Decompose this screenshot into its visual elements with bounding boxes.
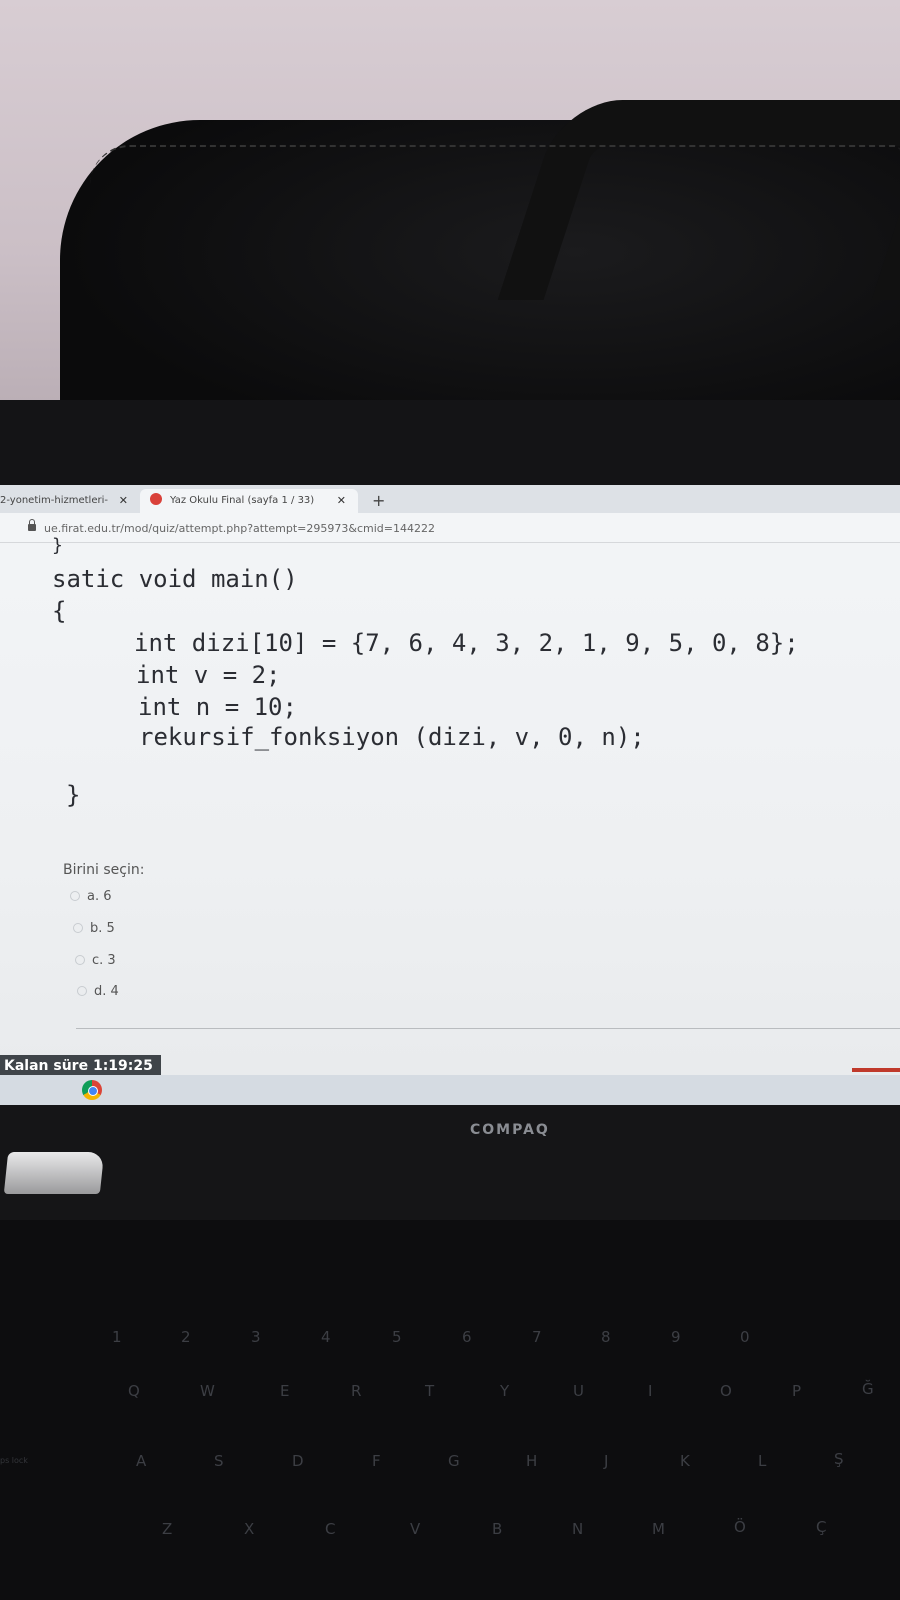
site-favicon-icon	[150, 493, 162, 505]
key: 3	[251, 1328, 261, 1346]
key: 2	[181, 1328, 191, 1346]
code-line: }	[52, 535, 63, 556]
key: J	[604, 1452, 609, 1470]
key: F	[372, 1452, 381, 1470]
option-label: b. 5	[90, 921, 115, 936]
key: 9	[671, 1328, 681, 1346]
code-line: satic void main()	[52, 565, 298, 593]
screen-bezel-bottom	[0, 1105, 900, 1220]
radio-button[interactable]	[77, 985, 87, 996]
key: K	[680, 1452, 690, 1470]
key: 6	[462, 1328, 472, 1346]
key: A	[136, 1452, 147, 1470]
option-label: c. 3	[92, 953, 116, 968]
key: E	[280, 1382, 290, 1400]
code-line: int v = 2;	[136, 661, 281, 689]
key: W	[200, 1382, 215, 1400]
key: S	[214, 1452, 224, 1470]
divider	[76, 1028, 900, 1029]
hinge-reflection	[3, 1152, 105, 1194]
browser-tab-1[interactable]: 2-yonetim-hizmetleri- ✕	[0, 489, 140, 513]
url-text[interactable]: ue.firat.edu.tr/mod/quiz/attempt.php?att…	[44, 522, 435, 535]
key: Z	[162, 1520, 173, 1538]
key: R	[351, 1382, 362, 1400]
code-line: }	[66, 781, 81, 809]
close-icon[interactable]: ✕	[337, 489, 346, 513]
key: P	[792, 1382, 802, 1400]
option-label: d. 4	[94, 984, 119, 999]
key: B	[492, 1520, 503, 1538]
nav-indicator	[852, 1068, 900, 1072]
radio-button[interactable]	[75, 954, 85, 965]
lock-icon	[28, 519, 36, 531]
browser-tab-2-active[interactable]: Yaz Okulu Final (sayfa 1 / 33) ✕	[140, 489, 358, 513]
radio-button[interactable]	[70, 890, 80, 901]
answer-option-b[interactable]: b. 5	[73, 921, 115, 936]
bag-stitching	[90, 145, 900, 185]
os-taskbar	[0, 1075, 900, 1105]
key: Q	[128, 1382, 140, 1400]
key: M	[652, 1520, 665, 1538]
key: 1	[112, 1328, 122, 1346]
code-line: {	[52, 597, 67, 625]
key: Ö	[734, 1518, 746, 1536]
option-label: a. 6	[87, 889, 112, 904]
keyboard: 1 2 3 4 5 6 7 8 9 0 Q W E R T Y U I O P …	[0, 1220, 900, 1600]
key: Ğ	[862, 1380, 874, 1398]
laptop-screen: 2-yonetim-hizmetleri- ✕ Yaz Okulu Final …	[0, 485, 900, 1105]
answer-option-a[interactable]: a. 6	[70, 889, 112, 904]
code-line: int n = 10;	[138, 693, 297, 721]
key: T	[425, 1382, 435, 1400]
screen-bezel-top	[0, 400, 900, 485]
address-bar[interactable]: ue.firat.edu.tr/mod/quiz/attempt.php?att…	[0, 513, 900, 543]
key: Ç	[816, 1518, 827, 1536]
key: L	[758, 1452, 767, 1470]
question-prompt: Birini seçin:	[63, 862, 145, 878]
key: H	[526, 1452, 538, 1470]
key: 5	[392, 1328, 402, 1346]
code-line: rekursif_fonksiyon (dizi, v, 0, n);	[139, 723, 645, 751]
key: U	[573, 1382, 584, 1400]
key: V	[410, 1520, 421, 1538]
radio-button[interactable]	[73, 922, 83, 933]
tab-title: Yaz Okulu Final (sayfa 1 / 33)	[170, 495, 315, 506]
key: I	[648, 1382, 653, 1400]
brand-logo: COMPAQ	[470, 1122, 550, 1138]
answer-option-c[interactable]: c. 3	[75, 953, 116, 968]
key: N	[572, 1520, 584, 1538]
key: 8	[601, 1328, 611, 1346]
answer-option-d[interactable]: d. 4	[77, 984, 119, 999]
key: C	[325, 1520, 336, 1538]
key: D	[292, 1452, 304, 1470]
caps-lock-key: ps lock	[0, 1456, 28, 1465]
key: 7	[532, 1328, 542, 1346]
key: 4	[321, 1328, 331, 1346]
key: Y	[500, 1382, 510, 1400]
key: O	[720, 1382, 732, 1400]
browser-tab-bar: 2-yonetim-hizmetleri- ✕ Yaz Okulu Final …	[0, 485, 900, 513]
new-tab-plus-icon[interactable]: +	[372, 489, 385, 513]
tab-title: 2-yonetim-hizmetleri-	[0, 495, 108, 506]
key: Ş	[834, 1450, 844, 1468]
key: 0	[740, 1328, 750, 1346]
key: X	[244, 1520, 255, 1538]
key: G	[448, 1452, 460, 1470]
close-icon[interactable]: ✕	[119, 489, 128, 513]
chrome-icon[interactable]	[82, 1080, 102, 1100]
code-line: int dizi[10] = {7, 6, 4, 3, 2, 1, 9, 5, …	[134, 629, 799, 657]
remaining-time-badge: Kalan süre 1:19:25	[0, 1055, 161, 1077]
bag-handle	[497, 100, 900, 300]
